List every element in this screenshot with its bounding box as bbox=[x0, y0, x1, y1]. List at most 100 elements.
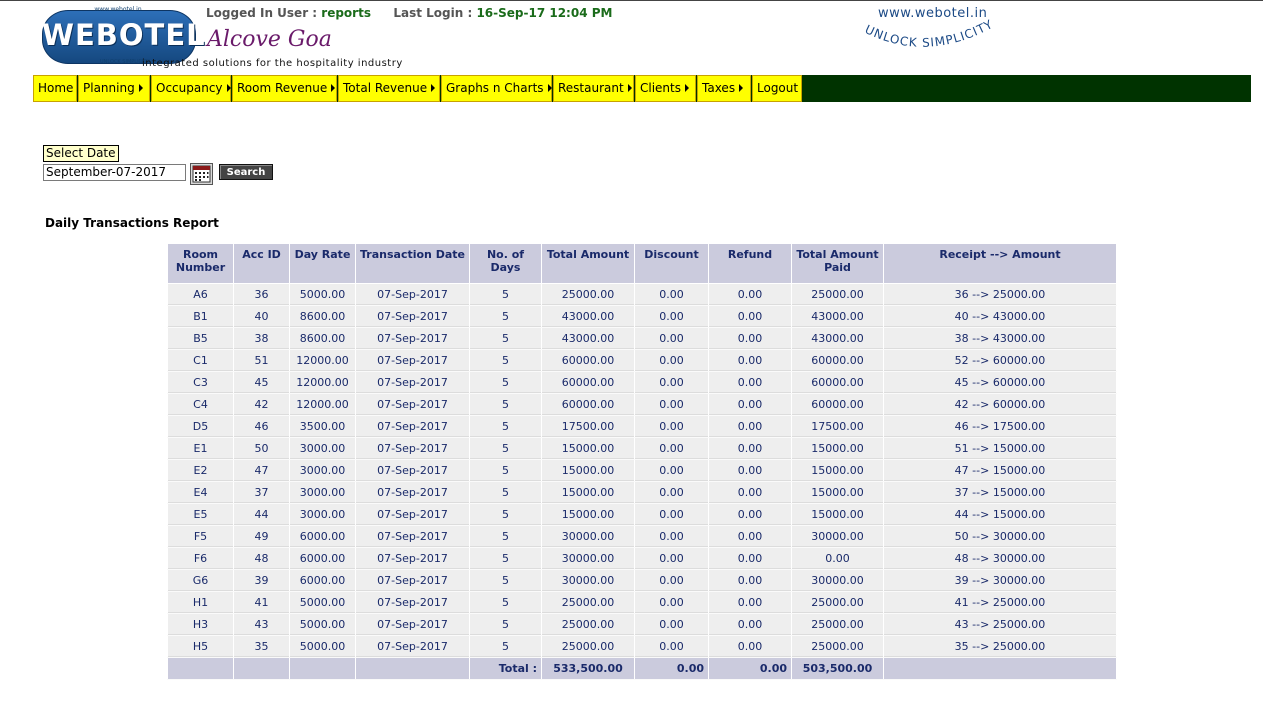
report-title: Daily Transactions Report bbox=[45, 216, 219, 230]
nav-item-label: Room Revenue bbox=[237, 81, 328, 95]
table-cell: 0.00 bbox=[634, 503, 709, 526]
table-row: E5 44 3000.00 07-Sep-2017 5 15000.00 0.00 0.00 1… bbox=[167, 503, 1117, 526]
table-cell: 25000.00 bbox=[541, 591, 635, 614]
column-header: Discount bbox=[634, 243, 709, 284]
table-row: H3 43 5000.00 07-Sep-2017 5 25000.00 0.00 0.00 2… bbox=[167, 613, 1117, 636]
table-cell: 07-Sep-2017 bbox=[355, 481, 470, 504]
logo-wordmark: WEBOTEL bbox=[42, 18, 206, 52]
nav-item-label: Logout bbox=[757, 81, 799, 95]
nav-item-label: Total Revenue bbox=[343, 81, 428, 95]
main-nav-bar: Home Planning Occupancy Room Revenue Total R… bbox=[33, 75, 1251, 102]
table-cell: 5 bbox=[469, 525, 542, 548]
column-header: Refund bbox=[708, 243, 792, 284]
table-cell: F5 bbox=[167, 525, 234, 548]
table-cell: 15000.00 bbox=[791, 481, 884, 504]
nav-item-logout[interactable]: Logout bbox=[752, 75, 802, 102]
table-cell: 0.00 bbox=[708, 503, 792, 526]
table-cell: G6 bbox=[167, 569, 234, 592]
calendar-icon[interactable] bbox=[190, 163, 213, 185]
submenu-arrow-icon bbox=[739, 84, 744, 92]
table-cell: 07-Sep-2017 bbox=[355, 569, 470, 592]
table-cell: 07-Sep-2017 bbox=[355, 437, 470, 460]
nav-item-label: Clients bbox=[640, 81, 681, 95]
table-cell: 0.00 bbox=[708, 327, 792, 350]
table-cell: 45 bbox=[233, 371, 290, 394]
table-cell: 5 bbox=[469, 415, 542, 438]
table-cell: 43 bbox=[233, 613, 290, 636]
hotel-name: Alcove Goa bbox=[207, 27, 332, 52]
table-cell: 60000.00 bbox=[541, 349, 635, 372]
table-cell: 5 bbox=[469, 547, 542, 570]
table-cell: 52 --> 60000.00 bbox=[883, 349, 1117, 372]
totals-label: Total : bbox=[469, 657, 542, 680]
table-cell: 0.00 bbox=[791, 547, 884, 570]
submenu-arrow-icon bbox=[331, 84, 336, 92]
table-cell: 07-Sep-2017 bbox=[355, 547, 470, 570]
table-cell: 35 --> 25000.00 bbox=[883, 635, 1117, 658]
table-row: A6 36 5000.00 07-Sep-2017 5 25000.00 0.00 0.00 2… bbox=[167, 283, 1117, 306]
table-cell: 15000.00 bbox=[541, 481, 635, 504]
nav-item-planning[interactable]: Planning bbox=[78, 75, 150, 102]
table-cell: 44 bbox=[233, 503, 290, 526]
table-cell: 60000.00 bbox=[791, 393, 884, 416]
table-cell: 0.00 bbox=[634, 371, 709, 394]
table-cell: 43000.00 bbox=[791, 305, 884, 328]
nav-item-total-revenue[interactable]: Total Revenue bbox=[338, 75, 440, 102]
table-cell: 5 bbox=[469, 327, 542, 350]
nav-item-occupancy[interactable]: Occupancy bbox=[151, 75, 231, 102]
table-cell: B1 bbox=[167, 305, 234, 328]
table-cell: 0.00 bbox=[708, 371, 792, 394]
table-cell: 3000.00 bbox=[289, 437, 356, 460]
login-info: Logged In User : reports Last Login : 16… bbox=[206, 6, 612, 20]
table-cell: 07-Sep-2017 bbox=[355, 503, 470, 526]
table-cell: 50 bbox=[233, 437, 290, 460]
search-button[interactable]: Search bbox=[219, 164, 273, 180]
table-cell: 07-Sep-2017 bbox=[355, 591, 470, 614]
date-input[interactable] bbox=[43, 164, 186, 181]
nav-item-taxes[interactable]: Taxes bbox=[697, 75, 751, 102]
nav-item-clients[interactable]: Clients bbox=[635, 75, 696, 102]
nav-item-room-revenue[interactable]: Room Revenue bbox=[232, 75, 337, 102]
table-cell: 0.00 bbox=[708, 283, 792, 306]
table-cell: 07-Sep-2017 bbox=[355, 327, 470, 350]
column-header: Day Rate bbox=[289, 243, 356, 284]
table-cell: 07-Sep-2017 bbox=[355, 635, 470, 658]
table-cell: 0.00 bbox=[634, 349, 709, 372]
table-cell: 3500.00 bbox=[289, 415, 356, 438]
table-cell: 07-Sep-2017 bbox=[355, 613, 470, 636]
logged-in-user: reports bbox=[321, 6, 371, 20]
table-cell: 3000.00 bbox=[289, 481, 356, 504]
table-cell: 36 --> 25000.00 bbox=[883, 283, 1117, 306]
nav-item-label: Taxes bbox=[702, 81, 736, 95]
table-cell: 25000.00 bbox=[541, 635, 635, 658]
table-cell: 12000.00 bbox=[289, 371, 356, 394]
table-cell: 5 bbox=[469, 635, 542, 658]
table-cell: 43000.00 bbox=[791, 327, 884, 350]
table-cell: 07-Sep-2017 bbox=[355, 459, 470, 482]
submenu-arrow-icon bbox=[627, 84, 632, 92]
nav-item-graphs-n-charts[interactable]: Graphs n Charts bbox=[441, 75, 552, 102]
nav-item-label: Home bbox=[38, 81, 74, 95]
table-cell: 30000.00 bbox=[541, 547, 635, 570]
nav-item-label: Occupancy bbox=[156, 81, 223, 95]
nav-item-restaurant[interactable]: Restaurant bbox=[553, 75, 634, 102]
table-cell: 07-Sep-2017 bbox=[355, 349, 470, 372]
table-cell: C3 bbox=[167, 371, 234, 394]
table-cell: 17500.00 bbox=[541, 415, 635, 438]
table-cell: 60000.00 bbox=[791, 349, 884, 372]
table-cell: 8600.00 bbox=[289, 327, 356, 350]
table-cell: 37 --> 15000.00 bbox=[883, 481, 1117, 504]
table-row: C3 45 12000.00 07-Sep-2017 5 60000.00 0.00 0.00… bbox=[167, 371, 1117, 394]
table-cell: 0.00 bbox=[634, 327, 709, 350]
table-cell: 07-Sep-2017 bbox=[355, 371, 470, 394]
table-cell: 0.00 bbox=[634, 459, 709, 482]
table-row: B5 38 8600.00 07-Sep-2017 5 43000.00 0.00 0.00 4… bbox=[167, 327, 1117, 350]
nav-item-home[interactable]: Home bbox=[33, 75, 77, 102]
refund-sum: 0.00 bbox=[708, 657, 792, 680]
column-header: No. of Days bbox=[469, 243, 542, 284]
table-cell: 25000.00 bbox=[791, 283, 884, 306]
table-cell: 40 bbox=[233, 305, 290, 328]
nav-item-label: Planning bbox=[83, 81, 135, 95]
table-cell: 0.00 bbox=[634, 481, 709, 504]
submenu-arrow-icon bbox=[138, 84, 143, 92]
